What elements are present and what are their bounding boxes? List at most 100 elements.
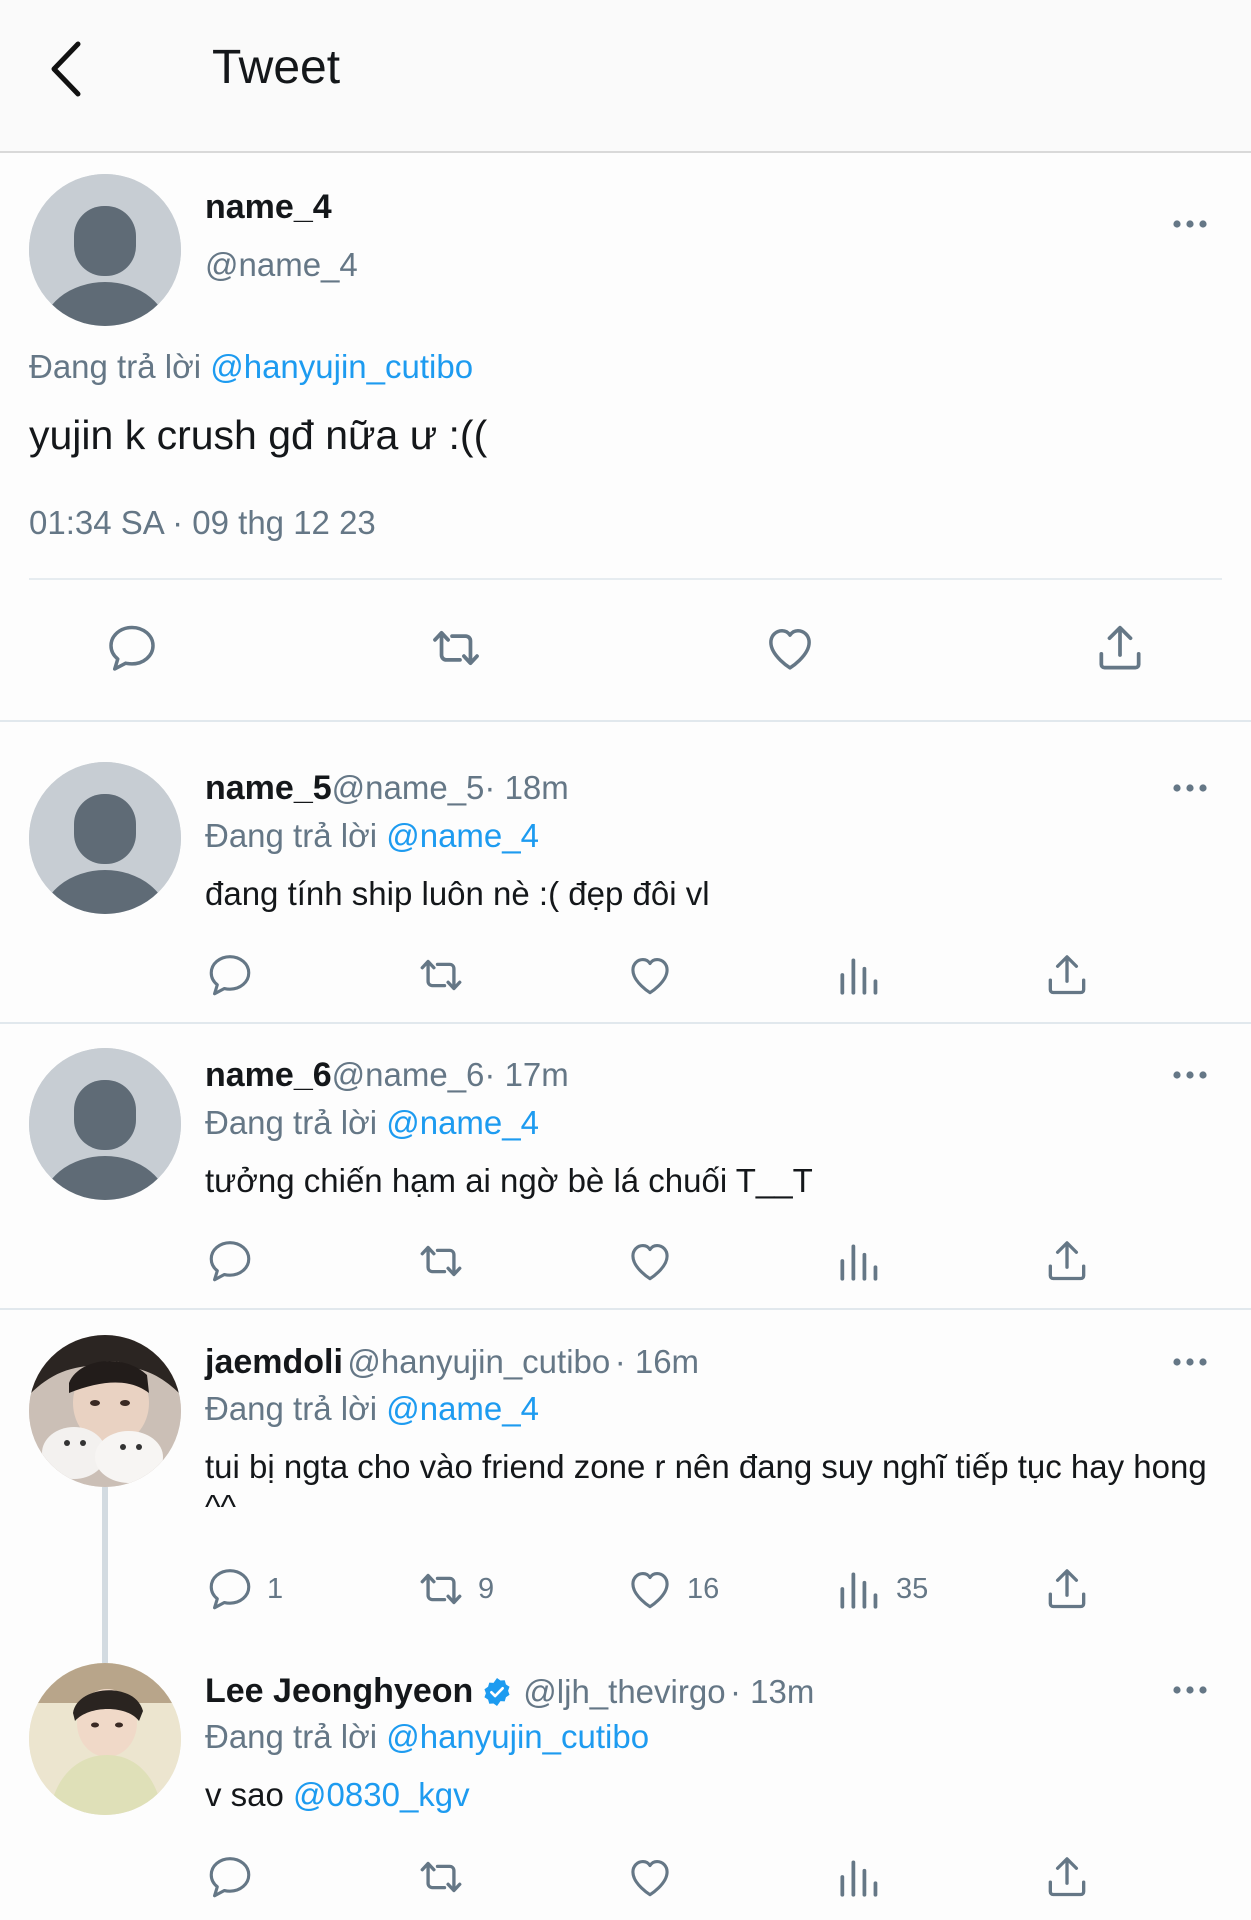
author-handle[interactable]: @name_5 — [332, 769, 485, 806]
author-name[interactable]: Lee Jeonghyeon — [205, 1672, 473, 1711]
more-icon[interactable] — [1170, 778, 1210, 798]
mention-link[interactable]: @name_4 — [386, 817, 539, 854]
retweet-button[interactable] — [416, 1236, 466, 1286]
views-button[interactable] — [834, 1236, 884, 1286]
like-button[interactable] — [625, 1852, 675, 1902]
mention-link[interactable]: @hanyujin_cutibo — [386, 1718, 649, 1755]
retweet-button[interactable] — [428, 620, 484, 676]
replying-to: Đang trả lời @name_4 — [205, 1390, 539, 1428]
like-button[interactable] — [762, 620, 818, 676]
reply-button[interactable] — [205, 1236, 255, 1286]
tweet-text-prefix: v sao — [205, 1776, 294, 1813]
like-button[interactable] — [625, 1236, 675, 1286]
reply-count: 1 — [267, 1572, 284, 1605]
share-icon — [1042, 950, 1092, 1000]
reply-time[interactable]: · 17m — [484, 1056, 568, 1093]
replying-to: Đang trả lời @name_4 — [205, 1104, 539, 1142]
avatar[interactable] — [29, 762, 181, 914]
retweet-icon — [416, 1852, 466, 1902]
author-handle[interactable]: @name_4 — [205, 246, 358, 284]
author-name[interactable]: name_6 — [205, 1056, 332, 1094]
like-icon — [625, 1236, 675, 1286]
reply-button[interactable] — [205, 950, 255, 1000]
share-button[interactable] — [1042, 1236, 1092, 1286]
share-icon — [1042, 1236, 1092, 1286]
author-name[interactable]: jaemdoli — [205, 1343, 343, 1381]
share-icon — [1042, 1564, 1092, 1614]
more-icon[interactable] — [1170, 1352, 1210, 1372]
user-photo-icon — [29, 1335, 181, 1487]
reply-icon — [205, 1852, 255, 1902]
replying-prefix: Đang trả lời — [205, 1718, 387, 1755]
avatar[interactable] — [29, 1048, 181, 1200]
replying-prefix: Đang trả lời — [205, 1390, 387, 1427]
divider — [29, 578, 1222, 580]
replying-prefix: Đang trả lời — [205, 1104, 387, 1141]
reply-button[interactable]: 1 — [205, 1564, 283, 1614]
share-icon — [1092, 620, 1148, 676]
views-icon — [834, 1564, 884, 1614]
reply-header: name_5@name_5· 18m — [205, 769, 569, 808]
retweet-button[interactable]: 9 — [416, 1564, 494, 1614]
verified-icon — [484, 1677, 510, 1706]
more-icon[interactable] — [1170, 1680, 1210, 1700]
reply-button[interactable] — [205, 1852, 255, 1902]
tweet-text: đang tính ship luôn nè :( đẹp đôi vl — [205, 875, 710, 912]
mention-link[interactable]: @hanyujin_cutibo — [210, 348, 473, 385]
separator — [0, 1308, 1251, 1310]
reply-button[interactable] — [104, 620, 160, 676]
tweet-text: v sao @0830_kgv — [205, 1775, 470, 1815]
retweet-icon — [416, 1564, 466, 1614]
like-icon — [625, 1852, 675, 1902]
replying-prefix: Đang trả lời — [29, 348, 211, 385]
author-handle[interactable]: @hanyujin_cutibo — [347, 1343, 610, 1380]
like-icon — [625, 950, 675, 1000]
retweet-button[interactable] — [416, 1852, 466, 1902]
view-count: 35 — [896, 1572, 929, 1605]
mention-link[interactable]: @0830_kgv — [293, 1776, 470, 1813]
share-button[interactable] — [1092, 620, 1148, 676]
tweet-text: tui bị ngta cho vào friend zone r nên đa… — [205, 1448, 1207, 1525]
retweet-icon — [416, 1236, 466, 1286]
back-arrow-icon[interactable] — [44, 38, 88, 100]
share-button[interactable] — [1042, 1852, 1092, 1902]
replying-to: Đang trả lời @name_4 — [205, 817, 539, 855]
avatar[interactable] — [29, 1663, 181, 1815]
retweet-button[interactable] — [416, 950, 466, 1000]
tweet-text: yujin k crush gđ nữa ư :(( — [29, 412, 488, 458]
page-title: Tweet — [212, 41, 341, 94]
more-icon[interactable] — [1170, 214, 1210, 234]
reply-time[interactable]: · 16m — [615, 1343, 699, 1380]
share-icon — [1042, 1852, 1092, 1902]
tweet-timestamp[interactable]: 01:34 SA · 09 thg 12 23 — [29, 504, 376, 542]
mention-link[interactable]: @name_4 — [386, 1104, 539, 1141]
mention-link[interactable]: @name_4 — [386, 1390, 539, 1427]
reply-time[interactable]: · 13m — [730, 1673, 814, 1711]
share-button[interactable] — [1042, 950, 1092, 1000]
author-name[interactable]: name_5 — [205, 769, 332, 807]
retweet-icon — [416, 950, 466, 1000]
views-button[interactable] — [834, 950, 884, 1000]
like-button[interactable] — [625, 950, 675, 1000]
more-icon[interactable] — [1170, 1065, 1210, 1085]
author-handle[interactable]: @name_6 — [332, 1056, 485, 1093]
views-button[interactable] — [834, 1852, 884, 1902]
avatar[interactable] — [29, 174, 181, 326]
avatar[interactable] — [29, 1335, 181, 1487]
views-button[interactable]: 35 — [834, 1564, 928, 1614]
reply-header: jaemdoli @hanyujin_cutibo · 16m — [205, 1343, 699, 1382]
author-name[interactable]: name_4 — [205, 188, 332, 227]
replying-prefix: Đang trả lời — [205, 817, 387, 854]
reply-time[interactable]: · 18m — [484, 769, 568, 806]
replying-to: Đang trả lời @hanyujin_cutibo — [29, 348, 473, 386]
reply-icon — [205, 950, 255, 1000]
share-button[interactable] — [1042, 1564, 1092, 1614]
thread-line — [102, 1487, 108, 1664]
like-icon — [625, 1564, 675, 1614]
author-handle[interactable]: @ljh_thevirgo — [523, 1673, 725, 1711]
like-button[interactable]: 16 — [625, 1564, 719, 1614]
views-icon — [834, 1852, 884, 1902]
retweet-count: 9 — [478, 1572, 495, 1605]
replying-to: Đang trả lời @hanyujin_cutibo — [205, 1718, 649, 1756]
like-icon — [762, 620, 818, 676]
